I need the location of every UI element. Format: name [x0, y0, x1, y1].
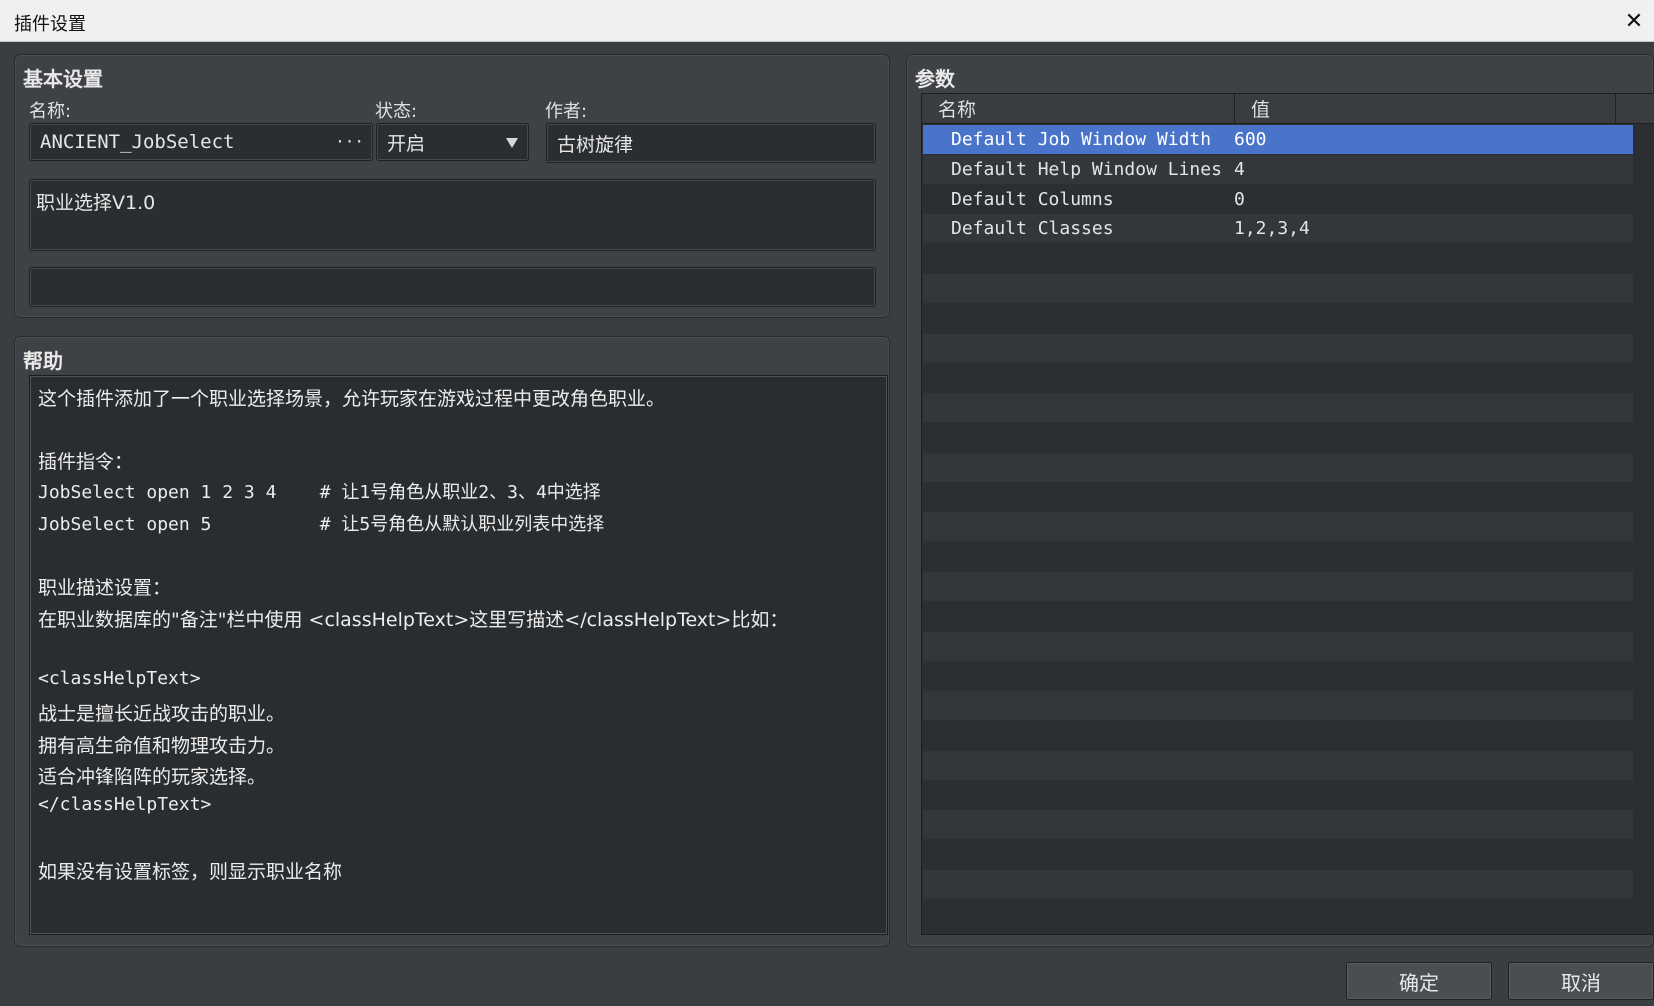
basic-settings-panel: 基本设置 名称: ANCIENT_JobSelect ··· 状态: 开启 作者…: [14, 54, 890, 318]
name-field[interactable]: ANCIENT_JobSelect ···: [29, 123, 373, 161]
param-row-empty: [923, 333, 1633, 363]
chevron-down-icon: [506, 138, 518, 148]
param-row-empty: [923, 750, 1633, 780]
param-value: 600: [1234, 129, 1267, 150]
param-row[interactable]: Default Columns 0: [923, 184, 1633, 214]
help-line: 适合冲锋陷阵的玩家选择。: [38, 766, 267, 788]
param-row-empty: [923, 393, 1633, 423]
param-row-empty: [923, 542, 1633, 572]
author-label: 作者:: [545, 101, 588, 122]
title-bar: 插件设置 ✕: [0, 0, 1654, 42]
author-value: 古树旋律: [557, 133, 634, 156]
status-select[interactable]: 开启: [376, 123, 529, 161]
params-panel: 参数 名称 值 Default Job Window Width 600 Defau…: [906, 54, 1654, 947]
param-name: Default Classes: [951, 218, 1114, 240]
basic-settings-heading: 基本设置: [23, 67, 103, 91]
name-browse-button[interactable]: ···: [335, 132, 364, 151]
column-header-name[interactable]: 名称: [922, 94, 1235, 124]
param-name: Default Job Window Width: [951, 129, 1212, 150]
param-row[interactable]: Default Help Window Lines 4: [923, 154, 1633, 184]
description-value: 职业选择V1.0: [36, 192, 156, 214]
param-row-empty: [923, 810, 1633, 840]
param-row-empty: [923, 840, 1633, 870]
param-row-empty: [923, 452, 1633, 482]
author-field[interactable]: 古树旋律: [546, 123, 876, 163]
param-row-empty: [923, 721, 1633, 750]
param-row-empty: [923, 274, 1633, 303]
param-value: 0: [1234, 188, 1245, 210]
help-line: 这个插件添加了一个职业选择场景，允许玩家在游戏过程中更改角色职业。: [38, 388, 666, 410]
description-field[interactable]: 职业选择V1.0: [29, 179, 876, 251]
param-row-empty: [923, 512, 1633, 542]
column-header-spacer: [1616, 94, 1654, 124]
help-heading: 帮助: [23, 349, 63, 373]
param-row-empty: [923, 631, 1633, 661]
help-line: 战士是擅长近战攻击的职业。: [38, 703, 286, 725]
status-label: 状态:: [375, 101, 418, 122]
param-row-empty: [923, 423, 1633, 452]
param-row-empty: [923, 661, 1633, 691]
param-row[interactable]: Default Job Window Width 600: [923, 125, 1633, 154]
param-row-empty: [923, 601, 1633, 631]
param-row-empty: [923, 363, 1633, 393]
help-line: 在职业数据库的"备注"栏中使用 <classHelpText>这里写描述</cl…: [38, 609, 789, 631]
help-line: </classHelpText>: [38, 794, 212, 815]
params-heading: 参数: [915, 67, 955, 91]
help-line: 插件指令：: [38, 451, 134, 473]
column-header-value[interactable]: 值: [1235, 94, 1616, 124]
name-label: 名称:: [29, 101, 72, 122]
params-table[interactable]: 名称 值 Default Job Window Width 600 Default …: [921, 93, 1654, 935]
help-panel: 帮助 这个插件添加了一个职业选择场景，允许玩家在游戏过程中更改角色职业。 插件指…: [14, 336, 890, 947]
param-row-empty: [923, 899, 1633, 929]
param-name: Default Help Window Lines: [951, 158, 1222, 180]
param-row-empty: [923, 780, 1633, 810]
help-line: 拥有高生命值和物理攻击力。: [38, 735, 286, 757]
window-title: 插件设置: [14, 14, 86, 35]
param-value: 1,2,3,4: [1234, 218, 1310, 240]
extra-field[interactable]: [29, 267, 876, 307]
status-value: 开启: [387, 132, 426, 155]
help-line: <classHelpText>: [38, 668, 201, 689]
param-value: 4: [1234, 158, 1245, 180]
param-row-empty: [923, 572, 1633, 601]
cancel-button[interactable]: 取消: [1508, 962, 1654, 1000]
close-icon[interactable]: ✕: [1614, 0, 1654, 42]
param-row-empty: [923, 482, 1633, 512]
help-line: 如果没有设置标签，则显示职业名称: [38, 861, 343, 883]
param-row-empty: [923, 244, 1633, 274]
param-name: Default Columns: [951, 188, 1114, 210]
help-line: JobSelect open 5 # 让5号角色从默认职业列表中选择: [38, 514, 605, 535]
help-text[interactable]: 这个插件添加了一个职业选择场景，允许玩家在游戏过程中更改角色职业。 插件指令： …: [29, 375, 888, 935]
param-row-empty: [923, 691, 1633, 721]
name-value: ANCIENT_JobSelect: [40, 131, 235, 153]
ok-button[interactable]: 确定: [1346, 962, 1492, 1000]
param-row-empty: [923, 870, 1633, 899]
help-line: 职业描述设置：: [38, 577, 172, 599]
param-row-empty: [923, 303, 1633, 333]
param-row[interactable]: Default Classes 1,2,3,4: [923, 214, 1633, 244]
help-line: JobSelect open 1 2 3 4 # 让1号角色从职业2、3、4中选…: [38, 482, 601, 503]
